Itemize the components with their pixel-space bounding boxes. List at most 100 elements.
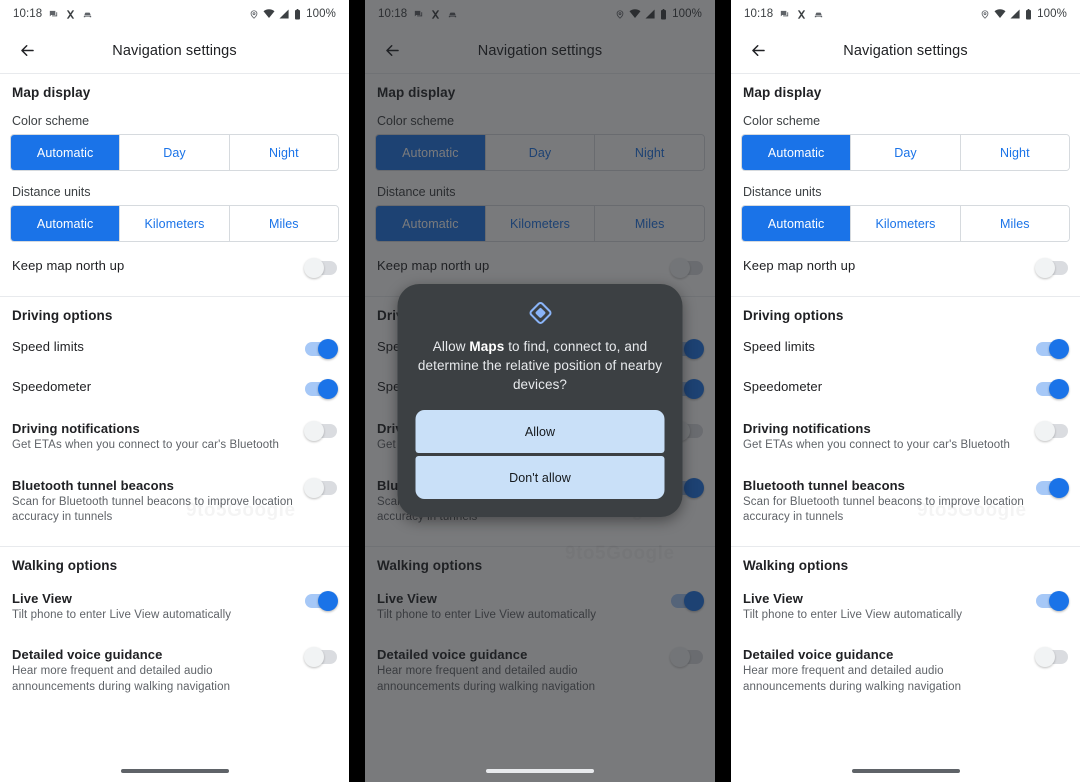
panel-2-permission-dialog: 10:18 100% Navigation settings Map displ…: [365, 0, 715, 782]
x-icon: [65, 9, 76, 20]
page-title: Navigation settings: [112, 42, 237, 59]
cell-signal-icon: [1010, 9, 1021, 19]
status-bar-right: 100%: [980, 8, 1067, 20]
distance-units-segmented-control[interactable]: Automatic Kilometers Miles: [741, 205, 1070, 242]
row-speedometer[interactable]: Speedometer: [731, 369, 1080, 409]
row-keep-map-north-up[interactable]: Keep map north up: [0, 248, 349, 288]
back-arrow-icon[interactable]: [745, 38, 771, 64]
wifi-icon: [263, 9, 275, 19]
distance-units-option-kilometers[interactable]: Kilometers: [851, 206, 961, 241]
home-indicator: [486, 769, 594, 773]
row-speed-limits[interactable]: Speed limits: [731, 329, 1080, 369]
distance-units-option-kilometers[interactable]: Kilometers: [120, 206, 230, 241]
row-keep-map-north-up[interactable]: Keep map north up: [731, 248, 1080, 288]
row-speed-limits[interactable]: Speed limits: [0, 329, 349, 369]
status-bar: 10:18 100%: [731, 0, 1080, 28]
panel-gap: [715, 0, 731, 782]
battery-percentage: 100%: [306, 8, 336, 20]
row-title: Detailed voice guidance: [12, 647, 163, 663]
toggle-keep-map-north-up[interactable]: [304, 258, 337, 278]
section-header-driving-options: Driving options: [12, 308, 113, 323]
row-detailed-voice-guidance[interactable]: Detailed voice guidance Hear more freque…: [0, 635, 349, 707]
allow-button[interactable]: Allow: [415, 410, 665, 454]
home-indicator: [851, 769, 960, 773]
row-driving-notifications[interactable]: Driving notifications Get ETAs when you …: [0, 409, 349, 466]
row-bluetooth-tunnel-beacons[interactable]: Bluetooth tunnel beacons Scan for Blueto…: [0, 466, 349, 538]
location-pin-icon: [249, 9, 259, 20]
color-scheme-option-automatic[interactable]: Automatic: [742, 135, 852, 170]
color-scheme-option-night[interactable]: Night: [229, 135, 338, 170]
dialog-message: Allow Maps to find, connect to, and dete…: [416, 337, 665, 394]
toggle-driving-notifications[interactable]: [1035, 421, 1068, 441]
row-title: Driving notifications: [12, 421, 140, 436]
color-scheme-option-automatic[interactable]: Automatic: [11, 135, 121, 170]
status-bar-left: 10:18: [744, 8, 824, 20]
toggle-bluetooth-tunnel-beacons[interactable]: [1036, 477, 1069, 498]
cell-signal-icon: [279, 9, 290, 19]
color-scheme-option-day[interactable]: Day: [851, 135, 961, 170]
page-title: Navigation settings: [843, 42, 968, 59]
row-title: Keep map north up: [12, 258, 125, 273]
app-bar: Navigation settings: [0, 28, 349, 74]
distance-units-segmented-control[interactable]: Automatic Kilometers Miles: [10, 205, 339, 242]
toggle-speedometer[interactable]: [1036, 379, 1069, 399]
app-bar: Navigation settings: [731, 28, 1080, 74]
toggle-bluetooth-tunnel-beacons[interactable]: [304, 477, 337, 498]
row-subtitle: Hear more frequent and detailed audio an…: [12, 665, 231, 693]
row-title: Speedometer: [743, 379, 823, 394]
distance-units-option-miles[interactable]: Miles: [229, 206, 338, 241]
row-title: Bluetooth tunnel beacons: [743, 477, 906, 493]
row-subtitle: Get ETAs when you connect to your car's …: [743, 439, 1011, 451]
toggle-detailed-voice-guidance[interactable]: [1035, 647, 1068, 668]
toggle-speed-limits[interactable]: [305, 339, 338, 359]
color-scheme-label: Color scheme: [12, 114, 90, 128]
toggle-detailed-voice-guidance[interactable]: [304, 647, 337, 668]
row-title: Live View: [12, 590, 72, 606]
row-live-view[interactable]: Live View Tilt phone to enter Live View …: [731, 579, 1080, 636]
row-title: Bluetooth tunnel beacons: [12, 477, 175, 493]
panel-gap: [349, 0, 365, 782]
section-header-driving-options: Driving options: [743, 308, 844, 323]
row-subtitle: Scan for Bluetooth tunnel beacons to imp…: [12, 495, 293, 524]
distance-units-option-automatic[interactable]: Automatic: [742, 206, 852, 241]
row-title: Detailed voice guidance: [743, 647, 894, 663]
color-scheme-option-night[interactable]: Night: [960, 135, 1069, 170]
row-speedometer[interactable]: Speedometer: [0, 369, 349, 409]
settings-content: Map display Color scheme Automatic Day N…: [0, 74, 349, 707]
row-live-view[interactable]: Live View Tilt phone to enter Live View …: [0, 579, 349, 636]
row-title: Speed limits: [743, 339, 816, 354]
color-scheme-label: Color scheme: [743, 114, 821, 128]
color-scheme-option-day[interactable]: Day: [120, 135, 230, 170]
distance-units-option-automatic[interactable]: Automatic: [11, 206, 121, 241]
status-bar-clock: 10:18: [13, 8, 43, 20]
distance-units-label: Distance units: [12, 185, 91, 199]
sms-icon: [779, 9, 790, 20]
toggle-speedometer[interactable]: [305, 379, 338, 399]
dialog-buttons: Allow Don't allow: [415, 410, 665, 500]
row-title: Driving notifications: [743, 421, 871, 436]
toggle-live-view[interactable]: [1036, 590, 1069, 611]
toggle-speed-limits[interactable]: [1036, 339, 1069, 359]
status-bar-left: 10:18: [13, 8, 93, 20]
color-scheme-segmented-control[interactable]: Automatic Day Night: [10, 134, 339, 171]
section-header-map-display: Map display: [12, 85, 91, 100]
toggle-live-view[interactable]: [305, 590, 338, 611]
distance-units-option-miles[interactable]: Miles: [960, 206, 1069, 241]
row-detailed-voice-guidance[interactable]: Detailed voice guidance Hear more freque…: [731, 635, 1080, 707]
location-pin-icon: [980, 9, 990, 20]
sms-icon: [48, 9, 59, 20]
dont-allow-button[interactable]: Don't allow: [415, 456, 665, 500]
row-subtitle: Tilt phone to enter Live View automatica…: [743, 608, 963, 621]
three-panel-screenshot: 10:18 100% Navigation settings Map displ…: [0, 0, 1080, 782]
row-driving-notifications[interactable]: Driving notifications Get ETAs when you …: [731, 409, 1080, 466]
toggle-keep-map-north-up[interactable]: [1035, 258, 1068, 278]
row-title: Speed limits: [12, 339, 85, 354]
toggle-driving-notifications[interactable]: [304, 421, 337, 441]
color-scheme-segmented-control[interactable]: Automatic Day Night: [741, 134, 1070, 171]
row-subtitle: Scan for Bluetooth tunnel beacons to imp…: [743, 495, 1024, 524]
nearby-devices-diamond-icon: [416, 300, 665, 326]
distance-units-label: Distance units: [743, 185, 822, 199]
row-bluetooth-tunnel-beacons[interactable]: Bluetooth tunnel beacons Scan for Blueto…: [731, 466, 1080, 538]
back-arrow-icon[interactable]: [14, 38, 40, 64]
row-subtitle: Hear more frequent and detailed audio an…: [743, 665, 962, 693]
